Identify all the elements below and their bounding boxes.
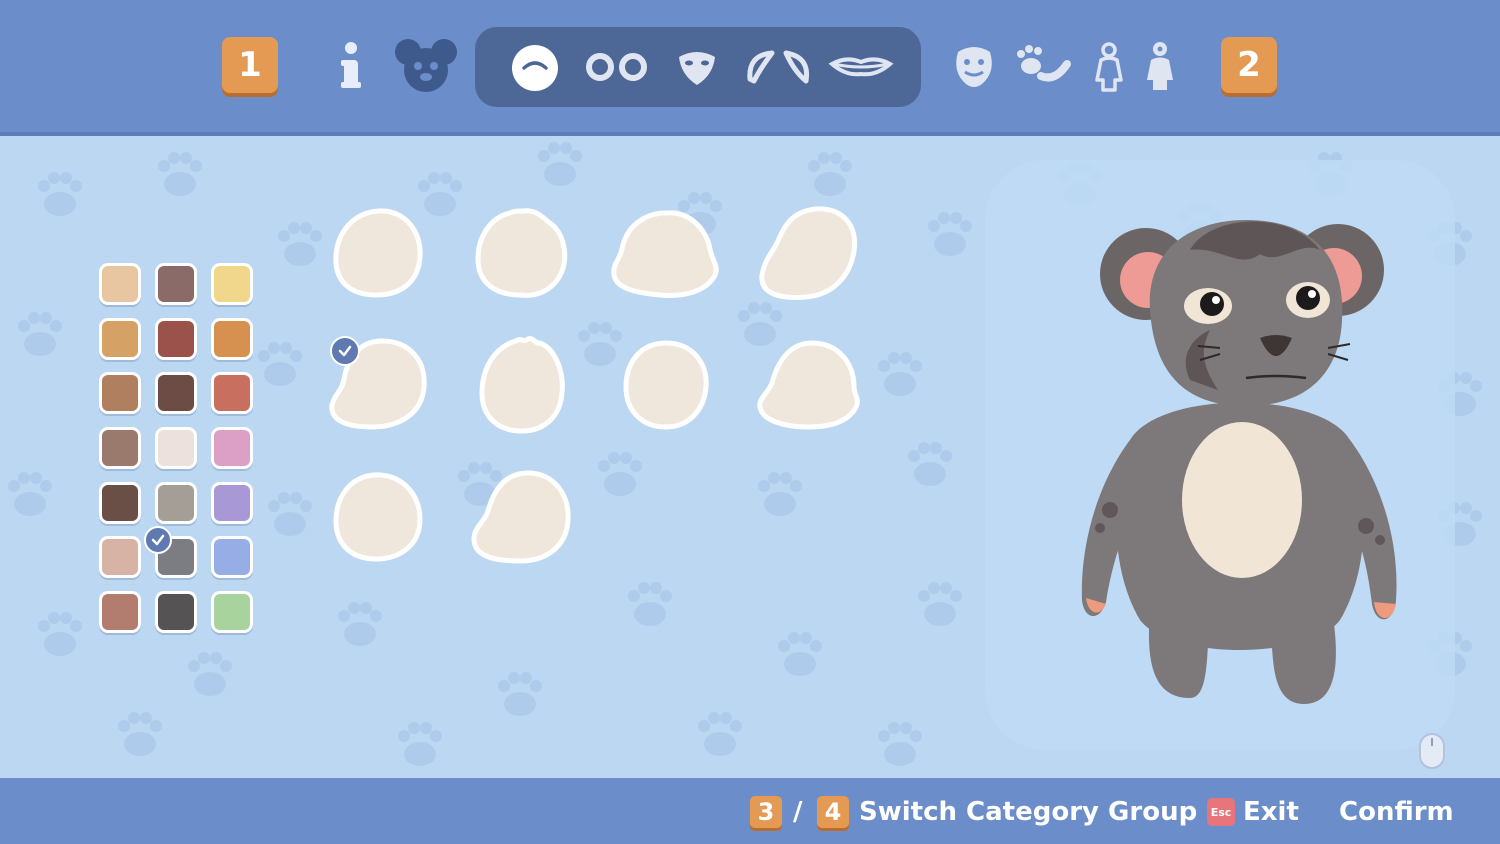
exit-button[interactable]: Exit [1243,796,1299,828]
color-swatch[interactable] [155,427,197,469]
paw-tail-icon[interactable] [1015,42,1073,92]
color-swatch[interactable] [211,318,253,360]
color-swatch[interactable] [99,536,141,578]
confirm-button[interactable]: Confirm [1339,796,1454,828]
koala-face-icon[interactable] [394,36,458,96]
selected-check-icon [330,336,360,366]
color-swatch[interactable] [99,318,141,360]
eyes-icon[interactable] [584,50,650,84]
mouse-icon [1418,732,1446,770]
key-3-prompt[interactable]: 3 [750,796,782,828]
color-swatch[interactable] [99,372,141,414]
mouth-icon[interactable] [828,54,894,80]
color-swatch[interactable] [211,482,253,524]
key-4-prompt[interactable]: 4 [817,796,849,828]
color-swatch[interactable] [99,591,141,633]
color-swatch[interactable] [99,427,141,469]
key-separator: / [793,797,803,827]
color-swatch[interactable] [211,591,253,633]
head-shape-option[interactable] [330,205,426,301]
body-pattern-icon[interactable] [1144,40,1176,92]
switch-category-group-label[interactable]: Switch Category Group [859,796,1197,828]
color-swatch[interactable] [211,263,253,305]
prev-category-key[interactable]: 1 [222,37,278,93]
color-swatch[interactable] [211,372,253,414]
color-swatch[interactable] [155,318,197,360]
color-swatch[interactable] [99,482,141,524]
body-outline-icon[interactable] [1093,42,1125,92]
color-swatch[interactable] [211,536,253,578]
color-swatch[interactable] [211,427,253,469]
koala-character[interactable] [1070,210,1410,720]
info-icon[interactable] [336,40,366,92]
color-swatch[interactable] [155,482,197,524]
color-swatch[interactable] [155,372,197,414]
selected-check-icon [144,526,172,554]
head-shape-icon[interactable] [510,42,560,92]
color-swatch[interactable] [155,263,197,305]
beard-icon[interactable] [952,42,996,90]
esc-key-icon[interactable]: Esc [1207,798,1235,826]
next-category-key[interactable]: 2 [1221,37,1277,93]
nose-icon[interactable] [675,45,719,89]
color-swatch[interactable] [155,591,197,633]
ears-icon[interactable] [746,47,812,87]
color-swatch[interactable] [99,263,141,305]
